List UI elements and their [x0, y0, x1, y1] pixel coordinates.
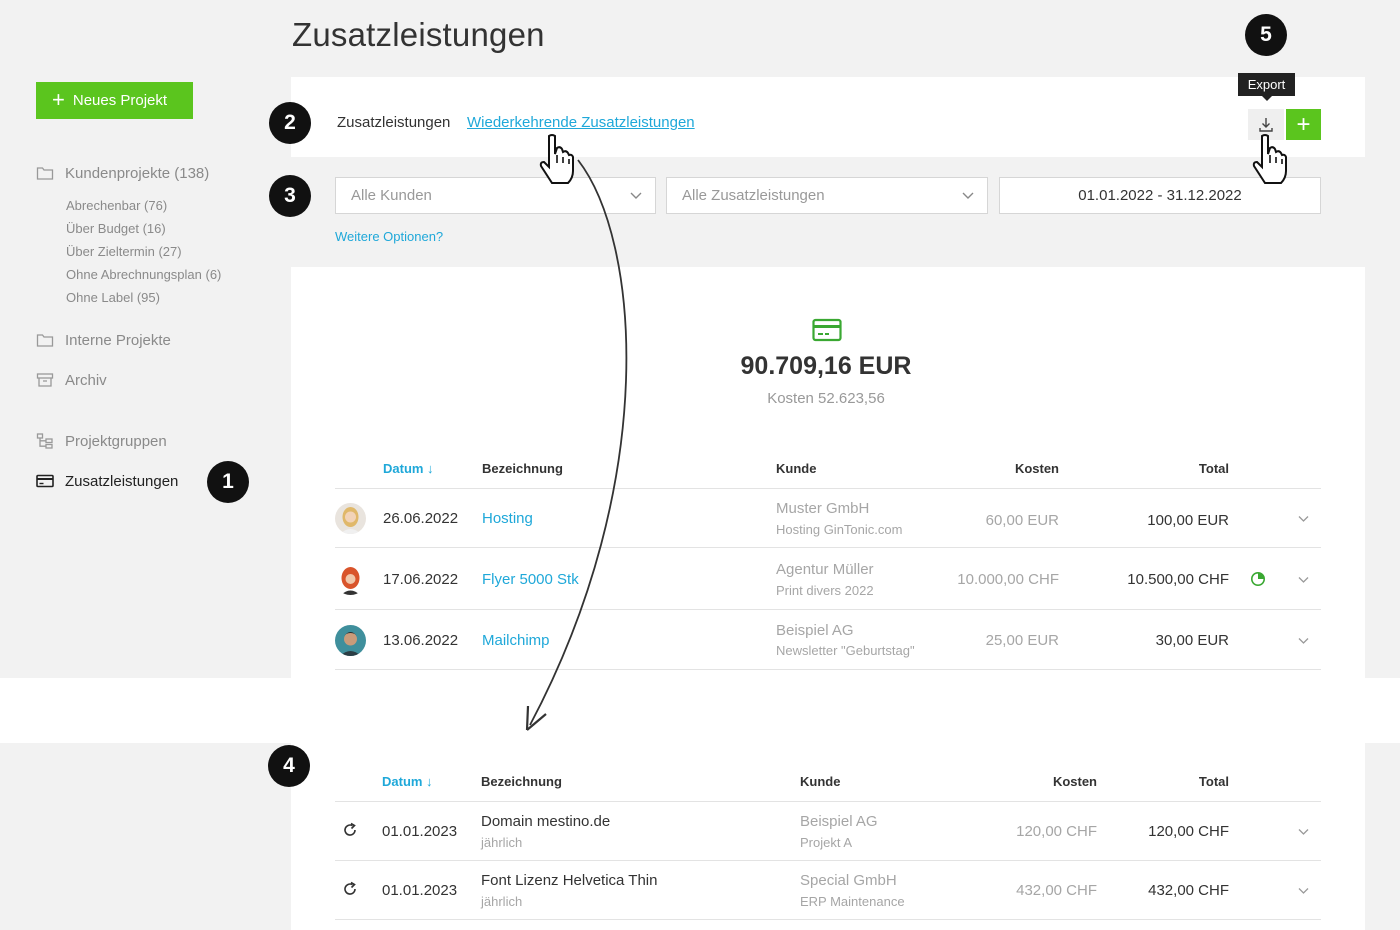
annotation-arrow [525, 159, 628, 731]
hand-cursor-icon [1252, 134, 1287, 184]
hand-cursor-icon [539, 134, 574, 184]
